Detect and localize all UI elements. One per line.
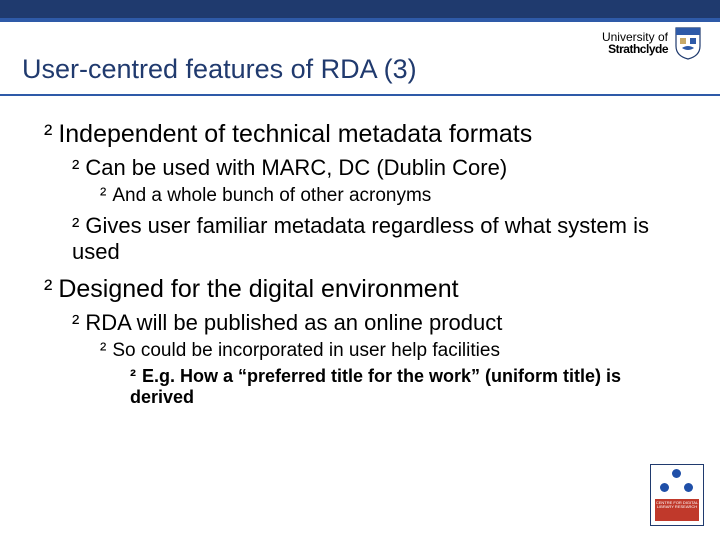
bullet-l2: RDA will be published as an online produ…	[72, 310, 680, 336]
bullet-l2: Can be used with MARC, DC (Dublin Core)	[72, 155, 680, 181]
logo-line2: Strathclyde	[602, 43, 668, 55]
bullet-l1: Designed for the digital environment	[44, 275, 680, 304]
slide: University of Strathclyde User-centred f…	[0, 0, 720, 540]
footer-logo-graphic	[657, 469, 697, 493]
bullet-l2: Gives user familiar metadata regardless …	[72, 213, 680, 265]
top-bar	[0, 0, 720, 18]
bullet-l4: E.g. How a “preferred title for the work…	[130, 366, 680, 408]
university-logo: University of Strathclyde	[602, 26, 702, 60]
footer-logo: CENTRE FOR DIGITAL LIBRARY RESEARCH	[650, 464, 704, 526]
bullet-l3: And a whole bunch of other acronyms	[100, 185, 680, 207]
logo-text: University of Strathclyde	[602, 31, 668, 55]
title-rule	[0, 94, 720, 96]
bullet-l3: So could be incorporated in user help fa…	[100, 340, 680, 362]
slide-title: User-centred features of RDA (3)	[22, 54, 417, 85]
footer-logo-text: CENTRE FOR DIGITAL LIBRARY RESEARCH	[655, 499, 699, 521]
bullet-l1: Independent of technical metadata format…	[44, 120, 680, 149]
top-bar-accent	[0, 18, 720, 22]
content-area: Independent of technical metadata format…	[44, 112, 680, 408]
crest-icon	[674, 26, 702, 60]
